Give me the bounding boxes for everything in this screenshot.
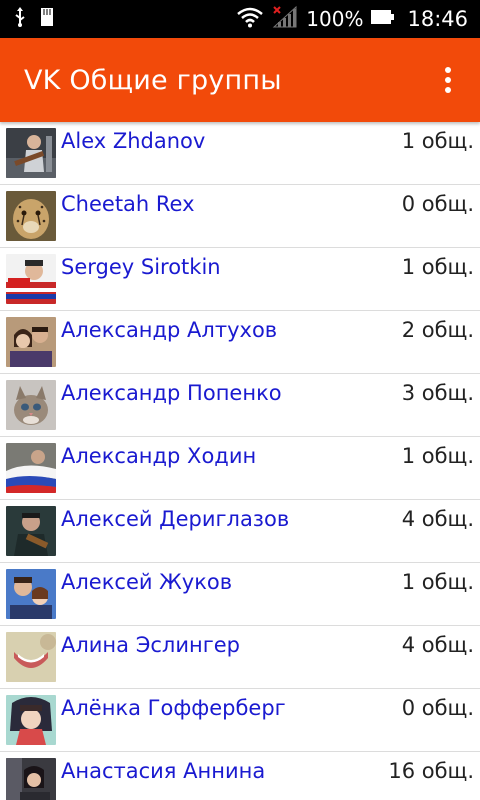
contact-name: Cheetah Rex [61, 192, 195, 216]
contact-name: Александр Попенко [61, 381, 282, 405]
contact-row[interactable]: Алексей Дериглазов 4 общ. [0, 500, 480, 563]
usb-icon [14, 7, 26, 31]
wifi-icon [236, 6, 264, 32]
contact-name: Александр Ходин [61, 444, 257, 468]
status-time: 18:46 [407, 7, 468, 31]
battery-percent: 100% [306, 7, 364, 31]
avatar [6, 443, 56, 493]
contacts-list: Alex Zhdanov 1 общ. Cheetah Rex 0 общ. Serge… [0, 122, 480, 800]
sd-card-icon [40, 7, 54, 31]
avatar [6, 254, 56, 304]
contact-row[interactable]: Alex Zhdanov 1 общ. [0, 122, 480, 185]
avatar [6, 569, 56, 619]
avatar [6, 380, 56, 430]
app-title: VK Общие группы [24, 64, 282, 96]
common-groups-count: 16 общ. [388, 759, 474, 783]
contact-name: Алёнка Гофферберг [61, 696, 286, 720]
contact-row[interactable]: Cheetah Rex 0 общ. [0, 185, 480, 248]
avatar [6, 632, 56, 682]
signal-no-sim-icon [272, 5, 298, 33]
common-groups-count: 3 общ. [401, 381, 474, 405]
contact-name: Александр Алтухов [61, 318, 278, 342]
avatar [6, 758, 56, 800]
app-bar: VK Общие группы [0, 38, 480, 122]
common-groups-count: 1 общ. [401, 444, 474, 468]
common-groups-count: 4 общ. [401, 507, 474, 531]
contact-row[interactable]: Алина Эслингер 4 общ. [0, 626, 480, 689]
status-bar: 100% 18:46 [0, 0, 480, 38]
avatar [6, 191, 56, 241]
contact-row[interactable]: Алексей Жуков 1 общ. [0, 563, 480, 626]
contact-name: Alex Zhdanov [61, 129, 206, 153]
common-groups-count: 1 общ. [401, 129, 474, 153]
contact-row[interactable]: Sergey Sirotkin 1 общ. [0, 248, 480, 311]
status-right-icons: 100% 18:46 [236, 5, 468, 33]
common-groups-count: 0 общ. [401, 696, 474, 720]
avatar [6, 506, 56, 556]
contact-row[interactable]: Александр Ходин 1 общ. [0, 437, 480, 500]
contact-row[interactable]: Анастасия Аннина 16 общ. [0, 752, 480, 800]
battery-icon [371, 8, 395, 30]
avatar [6, 128, 56, 178]
common-groups-count: 2 общ. [401, 318, 474, 342]
common-groups-count: 4 общ. [401, 633, 474, 657]
common-groups-count: 1 общ. [401, 570, 474, 594]
avatar [6, 695, 56, 745]
contact-name: Sergey Sirotkin [61, 255, 221, 279]
contact-name: Алексей Дериглазов [61, 507, 290, 531]
status-left-icons [14, 7, 54, 31]
contact-name: Алексей Жуков [61, 570, 233, 594]
contact-row[interactable]: Александр Попенко 3 общ. [0, 374, 480, 437]
contact-row[interactable]: Александр Алтухов 2 общ. [0, 311, 480, 374]
common-groups-count: 0 общ. [401, 192, 474, 216]
contact-row[interactable]: Алёнка Гофферберг 0 общ. [0, 689, 480, 752]
common-groups-count: 1 общ. [401, 255, 474, 279]
contact-name: Алина Эслингер [61, 633, 241, 657]
overflow-menu-icon[interactable] [438, 63, 458, 97]
avatar [6, 317, 56, 367]
contact-name: Анастасия Аннина [61, 759, 266, 783]
